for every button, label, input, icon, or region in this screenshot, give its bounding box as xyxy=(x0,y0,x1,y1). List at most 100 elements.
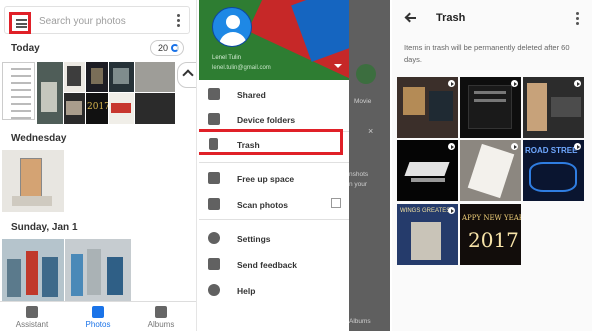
trash-highlight-box xyxy=(199,129,343,155)
photo-thumb[interactable]: 2017 xyxy=(86,93,108,124)
section-label-sunday: Sunday, Jan 1 xyxy=(11,222,78,233)
dimmed-background[interactable]: Movie × nshots n your Albums xyxy=(349,0,390,331)
account-name: Lenel Tulin xyxy=(212,55,242,61)
free-up-space-icon xyxy=(208,172,220,184)
play-icon xyxy=(448,143,455,150)
photo-thumb[interactable] xyxy=(135,62,175,92)
scan-icon xyxy=(208,198,220,210)
search-bar xyxy=(4,6,190,34)
trash-item[interactable] xyxy=(460,140,521,201)
tile-new-year-text: APPY NEW YEAR xyxy=(462,214,521,222)
more-options-icon[interactable] xyxy=(575,12,579,26)
trash-item[interactable] xyxy=(523,77,584,138)
movie-icon xyxy=(356,64,376,84)
drawer-item-settings[interactable]: Settings xyxy=(199,228,349,250)
nav-photos[interactable]: Photos xyxy=(70,304,126,329)
drawer-item-label: Settings xyxy=(237,234,271,244)
thumb-2017-text: 2017 xyxy=(87,102,108,112)
count-badge[interactable]: 20 xyxy=(150,40,184,56)
drawer-item-label: Device folders xyxy=(237,115,296,125)
section-label-today: Today xyxy=(11,43,40,54)
drawer-item-label: Help xyxy=(237,286,256,296)
drawer-item-label: Shared xyxy=(237,90,266,100)
tile-wings-text: WINGS GREATES xyxy=(400,208,451,214)
trash-info-text: Items in trash will be permanently delet… xyxy=(404,43,570,64)
tile-2017-text: 2017 xyxy=(468,228,519,252)
play-icon xyxy=(574,80,581,87)
nav-assistant-label: Assistant xyxy=(15,320,49,329)
external-link-icon xyxy=(331,198,341,208)
trash-item[interactable] xyxy=(397,77,458,138)
play-icon xyxy=(511,80,518,87)
help-icon xyxy=(208,284,220,296)
hamburger-menu-icon xyxy=(16,19,27,28)
behind-text-line2: n your xyxy=(349,181,368,188)
bottom-navigation: Assistant Photos Albums xyxy=(0,301,196,331)
photo-thumb[interactable] xyxy=(86,62,108,92)
people-icon xyxy=(208,88,220,100)
navigation-drawer-panel: Movie × nshots n your Albums Lenel Tulin… xyxy=(199,0,390,331)
photo-thumb[interactable] xyxy=(135,93,175,124)
trash-panel: Trash Items in trash will be permanently… xyxy=(392,0,592,331)
page-title: Trash xyxy=(436,12,466,24)
account-header[interactable]: Lenel Tulin lenel.tulin@gmail.com xyxy=(199,0,349,80)
trash-item[interactable]: APPY NEW YEAR 2017 xyxy=(460,204,521,265)
photos-home-panel: Today 20 2017 Wednesday Sunday, Jan 1 As… xyxy=(0,0,197,331)
trash-item[interactable]: ROAD STREE xyxy=(523,140,584,201)
behind-text-line1: nshots xyxy=(349,171,369,178)
photo-thumb[interactable] xyxy=(2,239,64,301)
more-options-icon[interactable] xyxy=(176,14,180,28)
drawer-divider xyxy=(199,219,349,220)
play-icon xyxy=(448,80,455,87)
feedback-icon xyxy=(208,258,220,270)
photo-thumb[interactable] xyxy=(37,62,63,124)
photo-thumb[interactable] xyxy=(109,62,134,92)
menu-button[interactable] xyxy=(9,12,31,34)
drawer-item-shared[interactable]: Shared xyxy=(199,84,349,106)
photo-thumb[interactable] xyxy=(109,93,134,124)
back-arrow-icon[interactable] xyxy=(406,13,416,23)
trash-toolbar: Trash xyxy=(392,0,592,36)
scroll-up-button[interactable] xyxy=(177,62,196,88)
nav-photos-label: Photos xyxy=(85,320,111,329)
albums-icon xyxy=(155,306,167,318)
drawer-item-label: Send feedback xyxy=(237,260,297,270)
play-icon xyxy=(574,143,581,150)
drawer-item-send-feedback[interactable]: Send feedback xyxy=(199,254,349,276)
drawer-item-label: Scan photos xyxy=(237,200,289,210)
play-icon xyxy=(511,143,518,150)
nav-assistant[interactable]: Assistant xyxy=(4,304,60,329)
play-icon xyxy=(448,207,455,214)
photo-thumb[interactable] xyxy=(64,93,85,124)
section-label-wednesday: Wednesday xyxy=(11,133,67,144)
folder-icon xyxy=(208,113,220,125)
trash-item[interactable] xyxy=(397,140,458,201)
tile-road-text: ROAD STREE xyxy=(525,146,578,155)
account-dropdown-icon[interactable] xyxy=(334,64,342,68)
drawer-menu: Shared Device folders Trash Free up spac… xyxy=(199,80,349,331)
count-value: 20 xyxy=(158,43,169,53)
avatar[interactable] xyxy=(212,7,252,47)
trash-item[interactable] xyxy=(460,77,521,138)
trash-item[interactable]: WINGS GREATES xyxy=(397,204,458,265)
nav-albums-label: Albums xyxy=(147,320,175,329)
drawer-item-device-folders[interactable]: Device folders xyxy=(199,109,349,131)
drawer-item-free-up-space[interactable]: Free up space xyxy=(199,168,349,190)
photo-thumb[interactable] xyxy=(65,239,131,301)
account-email: lenel.tulin@gmail.com xyxy=(212,65,271,71)
photo-thumb[interactable] xyxy=(64,62,85,92)
assistant-icon xyxy=(26,306,38,318)
nav-albums[interactable]: Albums xyxy=(133,304,189,329)
behind-albums-label: Albums xyxy=(349,318,371,325)
gear-icon xyxy=(208,232,220,244)
close-icon: × xyxy=(368,126,374,136)
mini-menu-preview xyxy=(2,62,35,120)
photos-icon xyxy=(92,306,104,318)
search-input[interactable] xyxy=(39,13,169,29)
photo-thumb[interactable] xyxy=(2,150,64,212)
progress-ring-icon xyxy=(171,44,179,52)
behind-movie-label: Movie xyxy=(354,98,372,105)
drawer-divider xyxy=(199,162,349,163)
drawer-item-help[interactable]: Help xyxy=(199,280,349,302)
drawer-item-scan-photos[interactable]: Scan photos xyxy=(199,194,349,216)
